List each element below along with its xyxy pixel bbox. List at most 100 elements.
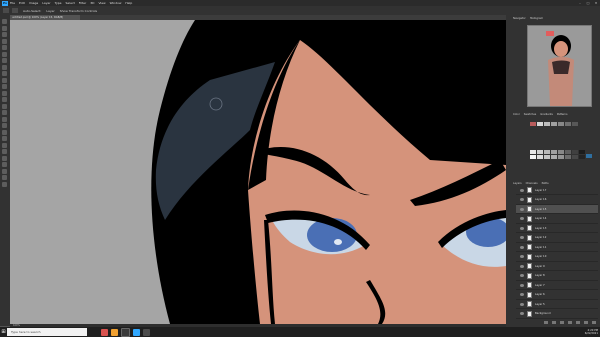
menu-file[interactable]: File <box>10 1 15 5</box>
layer-row[interactable]: Background <box>516 310 598 319</box>
tool-icon[interactable] <box>2 155 7 161</box>
document-canvas[interactable] <box>10 20 506 324</box>
eye-icon[interactable] <box>520 188 524 192</box>
tool-icon[interactable] <box>2 175 7 180</box>
layer-row[interactable]: Layer 17 <box>516 186 598 195</box>
tool-icon[interactable] <box>2 181 7 187</box>
menu-edit[interactable]: Edit <box>19 1 25 5</box>
layer-row[interactable]: Layer 10 <box>516 253 598 262</box>
swatch[interactable] <box>537 155 543 159</box>
swatch[interactable] <box>579 150 585 154</box>
tool-icon[interactable] <box>2 97 7 102</box>
swatch[interactable] <box>551 122 557 126</box>
file-explorer-icon[interactable] <box>121 327 130 337</box>
tool-icon[interactable] <box>2 77 7 83</box>
layer-row[interactable]: Layer 14 <box>516 215 598 224</box>
swatch[interactable] <box>572 122 578 126</box>
swatch[interactable] <box>565 150 571 154</box>
eye-icon[interactable] <box>520 217 524 220</box>
tool-icon[interactable] <box>2 90 7 96</box>
tool-icon[interactable] <box>2 32 7 37</box>
eye-icon[interactable] <box>520 226 524 230</box>
menu-image[interactable]: Image <box>29 1 38 5</box>
tool-icon[interactable] <box>2 38 7 44</box>
swatch[interactable] <box>586 154 592 158</box>
layer-row[interactable]: Layer 12 <box>516 234 598 243</box>
eye-icon[interactable] <box>520 245 524 249</box>
tool-icon[interactable] <box>2 116 7 122</box>
tool-icon[interactable] <box>2 84 7 89</box>
tool-icon[interactable] <box>2 123 7 128</box>
swatch[interactable] <box>565 122 571 126</box>
tool-icon[interactable] <box>2 19 7 24</box>
mask-icon[interactable] <box>560 321 564 324</box>
swatch[interactable] <box>537 122 543 126</box>
taskbar-search-box[interactable]: Type here to search <box>7 328 87 336</box>
tool-icon[interactable] <box>2 58 7 63</box>
swatch[interactable] <box>544 122 550 126</box>
new-layer-icon[interactable] <box>584 321 588 324</box>
swatch[interactable] <box>572 150 578 154</box>
menu-select[interactable]: Select <box>66 1 75 5</box>
app-icon[interactable] <box>143 328 150 336</box>
eye-icon[interactable] <box>520 255 524 258</box>
home-icon[interactable] <box>3 8 9 13</box>
navigator-preview[interactable] <box>527 25 592 107</box>
layer-row[interactable]: Layer 11 <box>516 243 598 252</box>
tool-icon[interactable] <box>2 45 7 50</box>
tool-icon[interactable] <box>2 110 7 115</box>
layer-row[interactable]: Layer 5 <box>516 300 598 309</box>
swatch[interactable] <box>530 155 536 159</box>
tool-icon[interactable] <box>2 71 7 76</box>
swatch[interactable] <box>558 122 564 126</box>
swatch[interactable] <box>551 150 557 154</box>
tab-navigator[interactable]: Navigator <box>513 16 526 21</box>
layer-row[interactable]: Layer 9 <box>516 262 598 271</box>
tool-icon[interactable] <box>2 136 7 141</box>
layer-row[interactable]: Layer 7 <box>516 281 598 290</box>
swatch[interactable] <box>565 155 571 159</box>
tab-histogram[interactable]: Histogram <box>530 16 543 21</box>
swatch[interactable] <box>537 150 543 154</box>
eye-icon[interactable] <box>520 264 524 268</box>
tab-color[interactable]: Color <box>513 112 520 117</box>
folder-icon[interactable] <box>576 321 580 324</box>
tool-icon[interactable] <box>2 25 7 31</box>
eye-icon[interactable] <box>520 236 524 239</box>
eye-icon[interactable] <box>520 283 524 287</box>
tool-icon[interactable] <box>2 64 7 70</box>
layer-row[interactable]: Layer 8 <box>516 272 598 281</box>
menu-layer[interactable]: Layer <box>42 1 50 5</box>
menu-window[interactable]: Window <box>110 1 122 5</box>
link-layers-icon[interactable] <box>544 321 548 324</box>
clock-date[interactable]: 6/22/2021 <box>585 332 598 335</box>
swatch[interactable] <box>579 155 585 159</box>
tool-icon[interactable] <box>2 51 7 57</box>
tool-icon[interactable] <box>2 129 7 135</box>
menu-help[interactable]: Help <box>125 1 132 5</box>
windows-start-icon[interactable]: ⊞ <box>0 327 7 337</box>
swatch[interactable] <box>551 155 557 159</box>
swatch[interactable] <box>572 155 578 159</box>
layer-row[interactable]: Layer 16 <box>516 196 598 205</box>
eye-icon[interactable] <box>520 302 524 306</box>
tool-icon[interactable] <box>2 103 7 109</box>
adjustment-icon[interactable] <box>568 321 572 324</box>
tool-icon[interactable] <box>2 162 7 167</box>
auto-select-dropdown[interactable]: Layer <box>46 9 54 13</box>
layer-row[interactable]: Layer 15 <box>516 205 598 214</box>
swatch[interactable] <box>544 155 550 159</box>
tool-icon[interactable] <box>2 168 7 174</box>
app-icon[interactable] <box>111 328 118 336</box>
layer-row[interactable]: Layer 6 <box>516 291 598 300</box>
move-tool-icon[interactable] <box>12 8 18 13</box>
menu-type[interactable]: Type <box>55 1 62 5</box>
eye-icon[interactable] <box>520 207 524 211</box>
menu-3d[interactable]: 3D <box>90 1 94 5</box>
swatch[interactable] <box>530 150 536 154</box>
photoshop-taskbar-icon[interactable] <box>133 328 140 336</box>
layer-row[interactable]: Layer 13 <box>516 224 598 233</box>
swatch[interactable] <box>544 150 550 154</box>
tool-icon[interactable] <box>2 149 7 154</box>
eye-icon[interactable] <box>520 293 524 296</box>
